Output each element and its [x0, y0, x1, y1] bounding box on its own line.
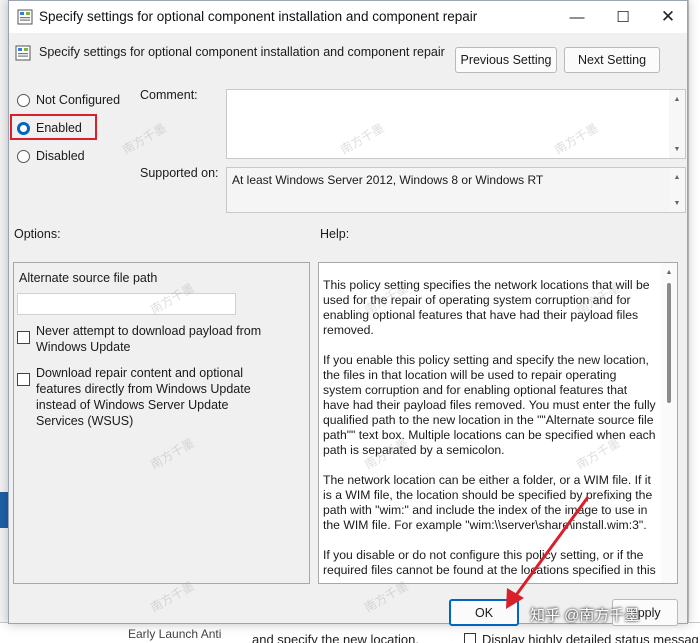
- comment-textarea[interactable]: ▲ ▼: [226, 89, 686, 159]
- radio-disabled[interactable]: Disabled: [17, 149, 85, 163]
- radio-label: Not Configured: [36, 93, 121, 107]
- zhihu-credit: 知乎 @南方千墨: [530, 607, 640, 624]
- comment-scrollbar[interactable]: ▲ ▼: [669, 90, 685, 158]
- alternate-source-label: Alternate source file path: [19, 271, 158, 285]
- background-tree-item: Early Launch Anti: [128, 627, 222, 641]
- radio-label: Disabled: [36, 149, 85, 163]
- scroll-up-icon[interactable]: ▲: [669, 92, 685, 106]
- maximize-button[interactable]: ☐: [600, 1, 646, 33]
- options-label: Options:: [14, 227, 61, 241]
- supported-scrollbar[interactable]: ▲ ▼: [669, 168, 685, 212]
- checkbox[interactable]: [17, 373, 30, 386]
- scroll-down-icon[interactable]: ▼: [669, 196, 685, 210]
- help-paragraph: If you disable or do not configure this …: [323, 548, 656, 577]
- supported-on-label: Supported on:: [140, 166, 219, 180]
- setting-name: Specify settings for optional component …: [39, 45, 445, 59]
- radio-not-configured[interactable]: Not Configured: [17, 93, 120, 107]
- supported-on-box: At least Windows Server 2012, Windows 8 …: [226, 167, 686, 213]
- scroll-thumb[interactable]: [667, 283, 671, 403]
- background-window-right: [688, 0, 700, 643]
- enabled-highlight-box: [10, 114, 97, 140]
- previous-setting-button[interactable]: Previous Setting: [455, 47, 557, 73]
- maximize-icon: ☐: [616, 9, 630, 26]
- alternate-source-input[interactable]: [17, 293, 236, 315]
- help-paragraph: The network location can be either a fol…: [323, 473, 653, 532]
- minimize-button[interactable]: —: [554, 1, 600, 33]
- help-scrollbar[interactable]: ▲: [661, 263, 677, 583]
- supported-on-value: At least Windows Server 2012, Windows 8 …: [232, 173, 544, 187]
- scroll-up-icon[interactable]: ▲: [661, 266, 677, 278]
- scroll-down-icon[interactable]: ▼: [669, 142, 685, 156]
- ok-button[interactable]: OK: [449, 599, 519, 626]
- background-policy-item: Display highly detailed status messag: [482, 632, 699, 643]
- next-setting-button[interactable]: Next Setting: [564, 47, 660, 73]
- window-title: Specify settings for optional component …: [39, 9, 478, 24]
- never-download-option[interactable]: Never attempt to download payload from W…: [17, 323, 267, 355]
- checkbox[interactable]: [17, 331, 30, 344]
- minimize-icon: —: [569, 8, 585, 26]
- checkbox-label: Never attempt to download payload from W…: [36, 324, 262, 354]
- policy-app-icon: [17, 9, 33, 25]
- help-label: Help:: [320, 227, 350, 241]
- scroll-up-icon[interactable]: ▲: [669, 170, 685, 184]
- background-window-bottom: Early Launch Anti and specify the new lo…: [0, 622, 700, 643]
- help-text: This policy setting specifies the networ…: [323, 278, 656, 583]
- title-bar[interactable]: Specify settings for optional component …: [9, 1, 687, 33]
- radio-button[interactable]: [17, 149, 30, 163]
- checkbox-label: Download repair content and optional fea…: [36, 366, 251, 428]
- close-button[interactable]: ✕: [645, 1, 691, 33]
- background-description: and specify the new location.: [252, 632, 419, 643]
- comment-label: Comment:: [140, 88, 198, 102]
- setting-icon: [15, 45, 31, 61]
- radio-button[interactable]: [17, 93, 30, 107]
- download-from-wu-option[interactable]: Download repair content and optional fea…: [17, 365, 267, 429]
- close-icon: ✕: [660, 7, 676, 26]
- background-checkbox[interactable]: [464, 633, 476, 643]
